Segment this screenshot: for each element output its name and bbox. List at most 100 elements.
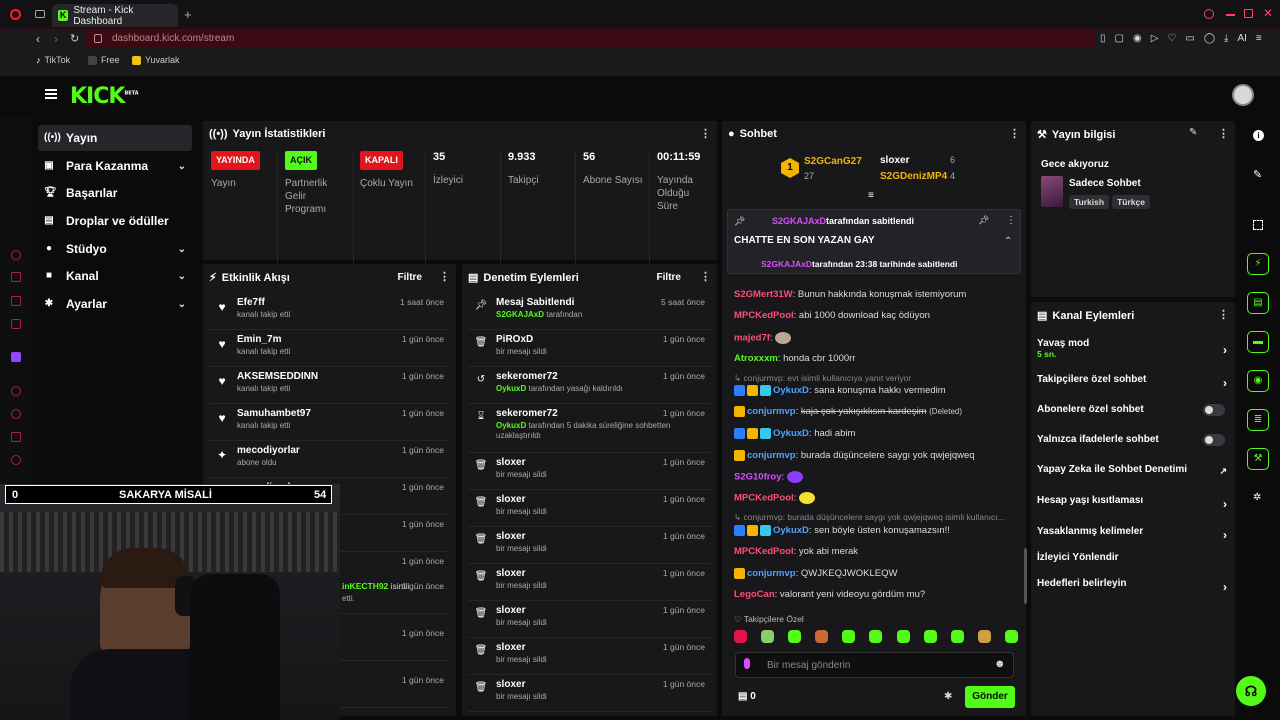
chat-message[interactable]: Atroxxxm: honda cbr 1000rr xyxy=(734,353,855,364)
broadcast-shortcut-icon[interactable]: ◉ xyxy=(1247,370,1269,392)
moderation-target[interactable]: sloxer xyxy=(496,457,525,468)
kick-logo[interactable]: KICKBETA xyxy=(70,84,139,109)
wrench-shortcut-icon[interactable]: ⚒︎ xyxy=(1247,448,1269,470)
chat-scrollbar[interactable] xyxy=(1024,548,1027,604)
toggle-switch[interactable] xyxy=(1203,434,1225,446)
moderation-row[interactable]: 📌︎ Mesaj Sabitlendi S2GKAJAxD tarafından 5 … xyxy=(468,294,711,330)
moderation-actor[interactable]: OykuxD xyxy=(496,384,526,393)
channel-action-item[interactable]: Yalnızca ifadelerle sohbet xyxy=(1037,434,1231,460)
chat-message[interactable]: conjurmvp: burada düşüncelere saygı yok … xyxy=(734,450,975,461)
cube-icon[interactable] xyxy=(11,432,21,442)
kebab-menu-icon[interactable]: ⋮ xyxy=(700,127,711,140)
chat-username[interactable]: conjurmvp xyxy=(747,450,796,461)
moderation-actor[interactable]: S2GKAJAxD xyxy=(496,310,544,319)
edit-icon[interactable]: ✎ xyxy=(1189,127,1197,138)
moderation-row[interactable]: 🗑︎ sloxer bir mesajı sildi 1 gün önce xyxy=(468,454,711,490)
player-icon[interactable]: ▷ xyxy=(1151,33,1159,45)
forward-icon[interactable]: › xyxy=(54,32,58,46)
channel-action-item[interactable]: Abonelere özel sohbet xyxy=(1037,404,1231,430)
chat-username[interactable]: OykuxD xyxy=(773,428,809,439)
activity-username[interactable]: mecodiyorlar xyxy=(237,445,300,456)
settings-icon[interactable] xyxy=(11,455,21,465)
heart-icon[interactable]: ♡ xyxy=(1167,33,1176,45)
moderation-row[interactable]: 🗑︎ sloxer bir mesajı sildi 1 gün önce xyxy=(468,639,711,675)
kebab-menu-icon[interactable]: ⋮ xyxy=(1006,215,1016,226)
back-icon[interactable]: ‹ xyxy=(36,32,40,46)
category-name[interactable]: Sadece Sohbet xyxy=(1069,178,1141,189)
pencil-icon[interactable]: ✎ xyxy=(1253,168,1262,181)
hamburger-menu-icon[interactable] xyxy=(45,89,57,99)
chat-username[interactable]: S2G10froy xyxy=(734,472,782,483)
emote-icon[interactable] xyxy=(950,630,964,643)
chat-username[interactable]: conjurmvp xyxy=(747,568,796,579)
moderation-target[interactable]: sloxer xyxy=(496,679,525,690)
emote-icon[interactable] xyxy=(761,630,775,643)
channel-action-item[interactable]: İzleyici Yönlendir xyxy=(1037,552,1231,578)
bookmark-yuvarlak[interactable]: Yuvarlak xyxy=(132,55,180,65)
address-bar[interactable]: dashboard.kick.com/stream xyxy=(86,30,1096,48)
menu-icon[interactable]: ≡ xyxy=(1256,33,1262,45)
moderation-row[interactable]: 🗑︎ sloxer bir mesajı sildi 1 gün önce xyxy=(468,528,711,564)
moderation-target[interactable]: sloxer xyxy=(496,605,525,616)
kebab-menu-icon[interactable]: ⋮ xyxy=(1009,127,1020,140)
moderation-target[interactable]: sloxer xyxy=(496,642,525,653)
chat-username[interactable]: LegoCan xyxy=(734,589,775,600)
opera-logo-icon[interactable] xyxy=(10,9,21,20)
channel-action-item[interactable]: Yavaş mod 5 sn. › xyxy=(1037,338,1231,364)
moderation-target[interactable]: sekeromer72 xyxy=(496,408,558,419)
sidebar-item-studyo[interactable]: ● Stüdyo ⌄ xyxy=(38,236,192,262)
kebab-menu-icon[interactable]: ⋮ xyxy=(1218,127,1229,140)
chat-settings-icon[interactable]: ✱ xyxy=(944,691,952,702)
moderation-row[interactable]: 🗑︎ sloxer bir mesajı sildi 1 gün önce xyxy=(468,565,711,601)
chat-username[interactable]: S2GMert31W xyxy=(734,289,793,300)
sidebar-item-kanal[interactable]: ■ Kanal ⌄ xyxy=(38,263,192,289)
moderation-filter-button[interactable]: Filtre xyxy=(657,272,681,283)
moderation-target[interactable]: sloxer xyxy=(496,568,525,579)
twitch-icon[interactable] xyxy=(11,352,21,362)
sidebar-item-para-kazanma[interactable]: ▣ Para Kazanma ⌄ xyxy=(38,153,192,179)
list-shortcut-icon[interactable]: ≣ xyxy=(1247,409,1269,431)
tag-pill[interactable]: Türkçe xyxy=(1112,195,1150,209)
chat-message[interactable]: LegoCan: valorant yeni videoyu gördüm mu… xyxy=(734,589,925,600)
emote-icon[interactable] xyxy=(842,630,856,643)
emote-icon[interactable] xyxy=(734,630,747,643)
emote-icon[interactable] xyxy=(869,630,883,643)
moderation-target[interactable]: sloxer xyxy=(496,494,525,505)
moderation-row[interactable]: ⌛︎ sekeromer72 OykuxD tarafından 5 dakika … xyxy=(468,405,711,453)
kebab-menu-icon[interactable]: ⋮ xyxy=(439,270,450,283)
chat-username[interactable]: OykuxD xyxy=(773,525,809,536)
leaderboard-second-name[interactable]: sloxer xyxy=(880,155,909,166)
moderation-target[interactable]: Mesaj Sabitlendi xyxy=(496,297,574,308)
emote-icon[interactable] xyxy=(923,630,937,643)
chat-username[interactable]: Atroxxxm xyxy=(734,353,778,364)
chat-message[interactable]: MPCKedPool: yok abi merak xyxy=(734,546,858,557)
activity-row[interactable]: ♥ Samuhambet97 kanalı takip etti 1 gün önce xyxy=(209,405,450,441)
reload-icon[interactable]: ↻ xyxy=(70,32,79,45)
download-icon[interactable]: ⤓ xyxy=(1224,33,1228,45)
chat-username[interactable]: MPCKedPool xyxy=(734,310,794,321)
moderation-row[interactable]: 🗑︎ sloxer bir mesajı sildi 1 gün önce xyxy=(468,676,711,712)
chat-message[interactable]: OykuxD: hadi abim xyxy=(734,428,855,439)
chat-username[interactable]: MPCKedPool xyxy=(734,546,794,557)
sidebar-item-yayin[interactable]: ((•)) Yayın xyxy=(38,125,192,151)
vpn-icon[interactable]: ◉ xyxy=(1133,33,1142,45)
moderation-target[interactable]: PiROxD xyxy=(496,334,533,345)
chat-message[interactable]: OykuxD: sana konuşma hakkı vermedim xyxy=(734,385,946,396)
wallet-icon[interactable]: ▭ xyxy=(1185,33,1194,45)
chat-input-box[interactable]: Bir mesaj gönderin ☻ xyxy=(735,652,1014,678)
channel-action-item[interactable]: Takipçilere özel sohbet › xyxy=(1037,374,1231,400)
user-avatar[interactable] xyxy=(1232,84,1254,106)
chat-message[interactable]: majed7f: xyxy=(734,332,793,344)
chat-message[interactable]: S2G10froy: xyxy=(734,471,805,483)
category-thumbnail[interactable] xyxy=(1041,176,1063,207)
pinned-by-user[interactable]: S2GKAJAxD xyxy=(772,216,826,226)
chat-message[interactable]: conjurmvp: kaja çok yakışıklısın kardeşi… xyxy=(734,406,962,417)
emoji-icon[interactable]: ☻ xyxy=(994,658,1006,670)
bolt-shortcut-icon[interactable]: ⚡︎ xyxy=(1247,253,1269,275)
bag-icon[interactable] xyxy=(11,272,21,282)
tab-kick-dashboard[interactable]: K Stream - Kick Dashboard xyxy=(52,4,178,27)
chat-username[interactable]: MPCKedPool xyxy=(734,493,794,504)
search-tabs-icon[interactable] xyxy=(1204,9,1214,19)
maximize-button[interactable] xyxy=(1244,9,1253,18)
chat-message[interactable]: OykuxD: sen böyle üsten konuşamazsın!! xyxy=(734,525,950,536)
